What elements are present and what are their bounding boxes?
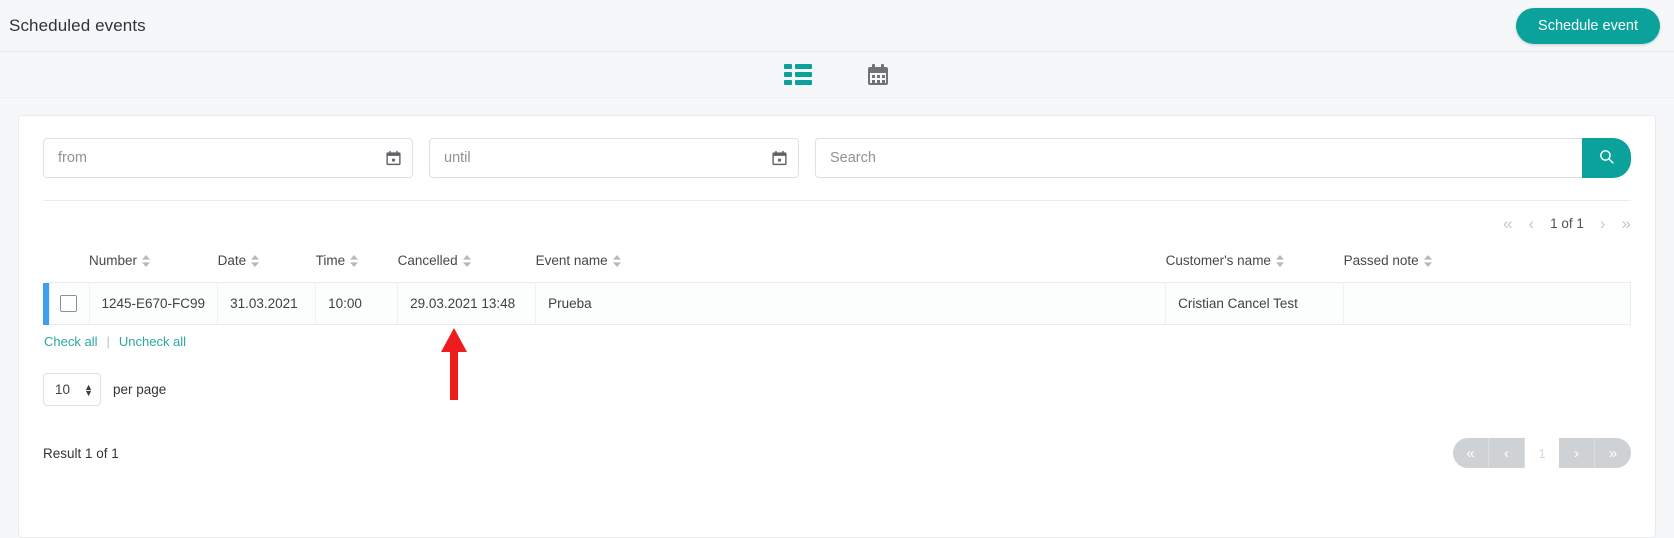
th-checkbox	[49, 245, 89, 283]
row-checkbox[interactable]	[59, 295, 77, 312]
sort-icon	[1275, 254, 1284, 267]
top-pagination-last[interactable]: »	[1622, 215, 1631, 232]
pagination-last-button[interactable]: »	[1595, 438, 1631, 468]
cell-event-name: Prueba	[535, 282, 1167, 325]
top-bar: Scheduled events Schedule event	[0, 0, 1674, 52]
column-label: Event name	[535, 253, 608, 268]
pagination-first-button[interactable]: «	[1453, 438, 1489, 468]
cell-customer-name: Cristian Cancel Test	[1165, 282, 1345, 325]
table-body: 1245-E670-FC99 31.03.2021 10:00 29.03.20…	[43, 282, 1631, 325]
footer-row: Result 1 of 1 « ‹ 1 › »	[43, 438, 1631, 468]
column-label: Date	[217, 253, 247, 268]
column-header-time[interactable]: Time	[316, 245, 398, 283]
until-date-input[interactable]	[429, 138, 799, 178]
column-label: Cancelled	[397, 253, 458, 268]
search-button[interactable]	[1582, 138, 1631, 178]
per-page-label: per page	[113, 382, 167, 397]
sort-icon	[612, 254, 621, 267]
cell-number: 1245-E670-FC99	[89, 282, 219, 325]
column-header-date[interactable]: Date	[218, 245, 316, 283]
pagination-next-button[interactable]: ›	[1559, 438, 1595, 468]
from-date-field	[43, 138, 413, 178]
column-header-number[interactable]: Number	[89, 245, 218, 283]
table-header-row: Number Date Time Cancelled Event name Cu…	[43, 245, 1631, 283]
cell-cancelled: 29.03.2021 13:48	[397, 282, 537, 325]
page-background: « ‹ 1 of 1 › » Number Date Time Cancelle…	[0, 98, 1674, 538]
table-header: Number Date Time Cancelled Event name Cu…	[43, 245, 1631, 283]
cell-time: 10:00	[315, 282, 399, 325]
selection-separator: |	[106, 334, 110, 349]
sort-icon	[462, 254, 471, 267]
filter-row	[43, 138, 1631, 178]
search-input[interactable]	[815, 138, 1583, 178]
cell-passed-note	[1343, 282, 1631, 325]
row-checkbox-cell	[48, 282, 90, 325]
column-label: Time	[315, 253, 346, 268]
page-title: Scheduled events	[9, 15, 146, 35]
bottom-pagination: « ‹ 1 › »	[1453, 438, 1631, 468]
sort-icon	[1423, 254, 1432, 267]
column-header-cancelled[interactable]: Cancelled	[398, 245, 536, 283]
column-label: Number	[89, 253, 138, 268]
column-header-event-name[interactable]: Event name	[536, 245, 1166, 283]
column-header-customer-name[interactable]: Customer's name	[1166, 245, 1344, 283]
table-row[interactable]: 1245-E670-FC99 31.03.2021 10:00 29.03.20…	[43, 282, 1631, 325]
sort-icon	[251, 254, 260, 267]
pagination-prev-button[interactable]: ‹	[1489, 438, 1525, 468]
top-pagination-first[interactable]: «	[1503, 215, 1512, 232]
uncheck-all-link[interactable]: Uncheck all	[119, 334, 186, 349]
top-pagination: « ‹ 1 of 1 › »	[43, 201, 1631, 245]
result-count: Result 1 of 1	[43, 445, 119, 461]
stepper-icon: ▲ ▼	[84, 381, 93, 398]
pagination-page-number[interactable]: 1	[1525, 438, 1559, 468]
selection-links: Check all | Uncheck all	[43, 325, 1631, 349]
column-header-passed-note[interactable]: Passed note	[1344, 245, 1631, 283]
until-date-field	[429, 138, 799, 178]
column-label: Passed note	[1343, 253, 1419, 268]
from-date-input[interactable]	[43, 138, 413, 178]
search-icon	[1598, 148, 1615, 168]
per-page-value: 10	[55, 382, 71, 397]
per-page-row: 10 ▲ ▼ per page	[43, 373, 1631, 406]
sort-icon	[142, 254, 151, 267]
top-pagination-current: 1 of 1	[1550, 215, 1584, 231]
calendar-view-icon[interactable]	[866, 63, 890, 87]
top-pagination-prev[interactable]: ‹	[1528, 215, 1534, 232]
per-page-select[interactable]: 10 ▲ ▼	[43, 373, 101, 406]
events-card: « ‹ 1 of 1 › » Number Date Time Cancelle…	[18, 115, 1656, 538]
list-view-icon[interactable]	[784, 63, 812, 86]
check-all-link[interactable]: Check all	[44, 334, 97, 349]
view-toggle-bar	[0, 52, 1674, 98]
schedule-event-button[interactable]: Schedule event	[1516, 7, 1660, 44]
top-pagination-next[interactable]: ›	[1600, 215, 1606, 232]
search-field-group	[815, 138, 1631, 178]
cell-date: 31.03.2021	[217, 282, 317, 325]
column-label: Customer's name	[1165, 253, 1271, 268]
sort-icon	[350, 254, 359, 267]
events-table: Number Date Time Cancelled Event name Cu…	[43, 245, 1631, 325]
